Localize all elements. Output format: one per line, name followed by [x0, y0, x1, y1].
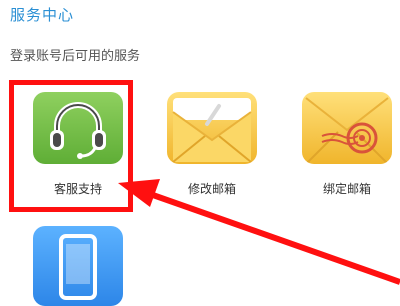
headset-icon — [50, 102, 106, 159]
section-subtitle: 登录账号后可用的服务 — [10, 49, 141, 64]
change-email-tile[interactable] — [167, 92, 257, 164]
bind-email-label: 绑定邮箱 — [322, 182, 371, 196]
mobile-service-tile[interactable] — [33, 226, 123, 306]
open-envelope-icon — [172, 98, 252, 163]
change-email-label: 修改邮箱 — [187, 182, 236, 196]
mobile-phone-icon — [59, 234, 97, 300]
sealed-envelope-icon — [305, 97, 389, 164]
customer-support-tile[interactable] — [33, 92, 123, 164]
customer-support-label: 客服支持 — [53, 182, 102, 196]
bind-email-tile[interactable] — [302, 92, 392, 164]
page-title: 服务中心 — [10, 6, 75, 24]
